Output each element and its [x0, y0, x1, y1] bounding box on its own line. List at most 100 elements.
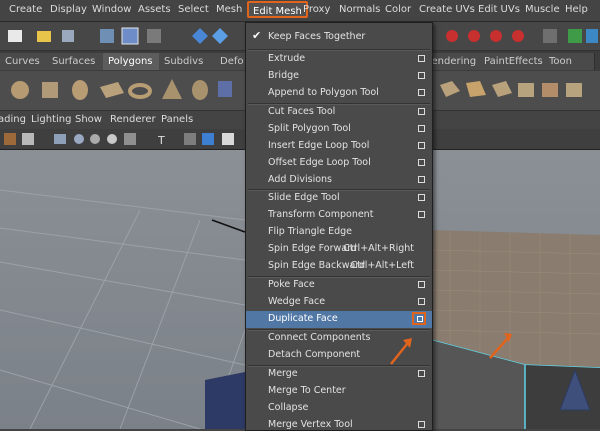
lighting-icon: [124, 133, 136, 145]
menu-create[interactable]: Create: [9, 4, 42, 15]
menu-color[interactable]: Color: [385, 4, 411, 15]
menu-bar: Create Display Window Assets Select Mesh…: [0, 0, 600, 22]
menu-item-poke-face[interactable]: Poke Face: [246, 277, 432, 294]
camera-icon: [4, 133, 16, 145]
panel-menu-renderer[interactable]: Renderer: [110, 114, 156, 125]
menu-item-label: Offset Edge Loop Tool: [268, 157, 371, 168]
grid-toggle-icon: [222, 133, 234, 145]
menu-item-label: Merge: [268, 368, 298, 379]
menu-item-label: Connect Components: [268, 332, 371, 343]
menu-item-shortcut: Ctrl+Alt+Left: [350, 260, 414, 271]
option-box-icon[interactable]: [412, 312, 426, 325]
menu-edit-uvs[interactable]: Edit UVs: [478, 4, 520, 15]
menu-help[interactable]: Help: [565, 4, 588, 15]
menu-item-label: Keep Faces Together: [268, 31, 366, 42]
new-scene-icon: [8, 30, 22, 42]
menu-item-duplicate-face[interactable]: Duplicate Face: [246, 311, 432, 328]
smooth-shade-icon: [74, 134, 84, 144]
menu-select[interactable]: Select: [178, 4, 209, 15]
option-box-icon[interactable]: [418, 108, 425, 115]
option-box-icon[interactable]: [418, 298, 425, 305]
option-box-icon[interactable]: [418, 281, 425, 288]
menu-display[interactable]: Display: [50, 4, 87, 15]
magnet-icon-4: [512, 30, 524, 42]
menu-item-label: Append to Polygon Tool: [268, 87, 379, 98]
panel-menu-shading[interactable]: ading: [0, 114, 26, 125]
poly-cone-icon: [162, 79, 182, 99]
xray-icon: [202, 133, 214, 145]
extrude-icon: [440, 81, 460, 97]
menu-window[interactable]: Window: [92, 4, 131, 15]
menu-item-spin-edge-forward[interactable]: Spin Edge Forward Ctrl+Alt+Right: [246, 241, 432, 258]
t-icon: T: [157, 134, 165, 147]
menu-item-label: Duplicate Face: [268, 313, 338, 324]
magnet-icon-1: [446, 30, 458, 42]
option-box-icon[interactable]: [418, 55, 425, 62]
ipr-icon: [586, 29, 598, 43]
menu-item-insert-edge-loop[interactable]: Insert Edge Loop Tool: [246, 138, 432, 155]
option-box-icon[interactable]: [418, 125, 425, 132]
menu-item-label: Detach Component: [268, 349, 361, 360]
menu-item-label: Merge To Center: [268, 385, 346, 396]
panel-menu-show[interactable]: Show: [75, 114, 102, 125]
menu-item-slide-edge[interactable]: Slide Edge Tool: [246, 190, 432, 207]
poly-cylinder-icon: [72, 80, 88, 100]
menu-muscle[interactable]: Muscle: [525, 4, 560, 15]
menu-item-merge-to-center[interactable]: Merge To Center: [246, 383, 432, 400]
option-box-icon[interactable]: [418, 89, 425, 96]
poly-plane-icon: [100, 82, 124, 98]
merge-icon: [542, 83, 558, 97]
option-box-icon[interactable]: [418, 421, 425, 428]
menu-item-label: Extrude: [268, 53, 306, 64]
snap-curve-icon: [212, 28, 228, 44]
menu-edit-mesh[interactable]: Edit Mesh: [247, 1, 308, 18]
menu-mesh[interactable]: Mesh: [216, 4, 242, 15]
menu-item-offset-edge-loop[interactable]: Offset Edge Loop Tool: [246, 155, 432, 172]
menu-item-label: Merge Vertex Tool: [268, 419, 353, 430]
option-box-icon[interactable]: [418, 211, 425, 218]
menu-item-label: Split Polygon Tool: [268, 123, 351, 134]
poly-cube-icon: [42, 82, 58, 98]
render-icon: [568, 29, 582, 43]
option-box-icon[interactable]: [418, 142, 425, 149]
menu-create-uvs[interactable]: Create UVs: [419, 4, 475, 15]
side-face: [525, 365, 600, 429]
isolate-icon: [184, 133, 196, 145]
menu-item-shortcut: Ctrl+Alt+Right: [343, 243, 414, 254]
combine-icon: [218, 81, 232, 97]
tab-painteffects[interactable]: PaintEffects: [479, 53, 554, 70]
smooth-icon: [566, 83, 582, 97]
menu-item-keep-faces-together[interactable]: ✔ Keep Faces Together: [246, 29, 432, 46]
menu-item-extrude[interactable]: Extrude: [246, 51, 432, 68]
select-hierarchy-icon: [100, 29, 114, 43]
option-box-icon[interactable]: [418, 72, 425, 79]
panel-menu-panels[interactable]: Panels: [161, 114, 193, 125]
menu-item-split-polygon[interactable]: Split Polygon Tool: [246, 121, 432, 138]
split-icon: [518, 83, 534, 97]
menu-assets[interactable]: Assets: [138, 4, 171, 15]
image-plane-icon: [22, 133, 34, 145]
option-box-icon[interactable]: [418, 370, 425, 377]
option-box-icon[interactable]: [418, 194, 425, 201]
menu-normals[interactable]: Normals: [339, 4, 380, 15]
menu-item-spin-edge-backward[interactable]: Spin Edge Backward Ctrl+Alt+Left: [246, 258, 432, 275]
menu-item-flip-triangle-edge[interactable]: Flip Triangle Edge: [246, 224, 432, 241]
menu-proxy[interactable]: Proxy: [303, 4, 330, 15]
select-object-icon: [121, 27, 139, 45]
menu-item-bridge[interactable]: Bridge: [246, 68, 432, 85]
menu-item-add-divisions[interactable]: Add Divisions: [246, 172, 432, 189]
menu-item-append-polygon[interactable]: Append to Polygon Tool: [246, 85, 432, 102]
menu-item-wedge-face[interactable]: Wedge Face: [246, 294, 432, 311]
tab-toon[interactable]: Toon: [544, 53, 595, 70]
menu-item-collapse[interactable]: Collapse: [246, 400, 432, 417]
panel-menu-lighting[interactable]: Lighting: [31, 114, 71, 125]
annotation-arrow-option-box: [390, 338, 412, 365]
option-box-icon[interactable]: [418, 159, 425, 166]
menu-item-label: Cut Faces Tool: [268, 106, 336, 117]
menu-item-label: Insert Edge Loop Tool: [268, 140, 370, 151]
menu-item-transform-component[interactable]: Transform Component: [246, 207, 432, 224]
menu-item-label: Transform Component: [268, 209, 374, 220]
menu-item-cut-faces[interactable]: Cut Faces Tool: [246, 104, 432, 121]
option-box-icon[interactable]: [418, 176, 425, 183]
bridge-icon: [492, 81, 512, 97]
